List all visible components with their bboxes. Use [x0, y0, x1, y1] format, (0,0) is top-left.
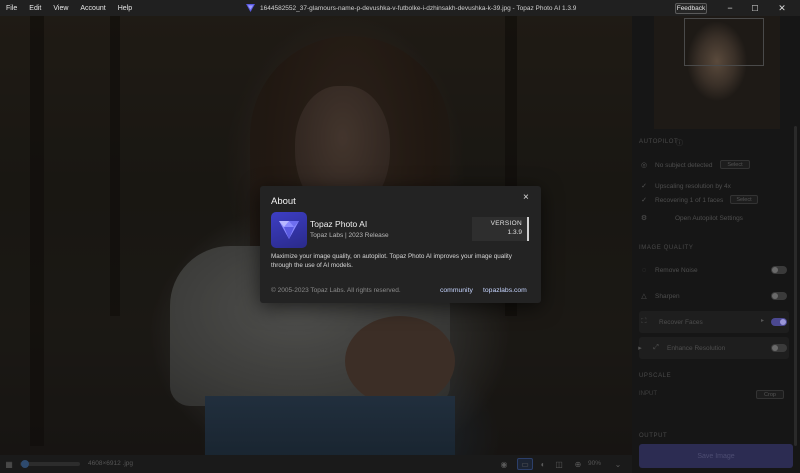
filter-row-sharpen[interactable]: △ Sharpen — [639, 287, 789, 305]
subject-icon: ◎ — [640, 162, 648, 169]
split-view-icon[interactable]: ◐ — [537, 458, 549, 470]
window-title: 1644582552_37-glamours-name-p-devushka-v… — [246, 0, 576, 16]
check-icon: ✓ — [641, 197, 647, 204]
noise-icon: ◌ — [641, 266, 647, 274]
maximize-button[interactable]: ☐ — [745, 0, 765, 16]
filter-row-enhance-resolution[interactable]: ▸ ⤢ Enhance Resolution — [638, 339, 789, 357]
menu-view[interactable]: View — [53, 5, 68, 12]
menu-help[interactable]: Help — [118, 5, 132, 12]
website-link[interactable]: topazlabs.com — [483, 287, 527, 294]
file-info: 4608×6912 .jpg — [88, 460, 134, 467]
version-box: VERSION 1.3.9 — [472, 217, 529, 241]
close-icon[interactable]: × — [523, 192, 529, 203]
upscale-input-label: INPUT — [639, 391, 657, 397]
progress-track — [20, 462, 80, 466]
faces-row: ✓ Recovering 1 of 1 faces — [639, 191, 789, 209]
select-subject-button[interactable]: Select — [720, 160, 750, 169]
zoom-icon[interactable]: ⊕ — [572, 458, 584, 470]
autopilot-settings-link[interactable]: Open Autopilot Settings — [675, 215, 743, 222]
save-image-button[interactable]: Save Image — [639, 444, 793, 468]
window-title-text: 1644582552_37-glamours-name-p-devushka-v… — [260, 4, 577, 12]
topaz-logo-icon — [271, 212, 307, 248]
menu-edit[interactable]: Edit — [29, 5, 41, 12]
select-faces-button[interactable]: Select — [730, 195, 758, 204]
progress-indicator — [21, 460, 29, 468]
expand-icon[interactable]: ▸ — [761, 317, 764, 324]
eye-icon[interactable]: ◉ — [498, 458, 510, 470]
filter-row-recover-faces[interactable]: ⛶ Recover Faces — [639, 313, 789, 331]
app-name: Topaz Photo AI — [310, 219, 368, 229]
feedback-button[interactable]: Feedback — [675, 3, 707, 14]
title-bar: File Edit View Account Help 1644582552_3… — [0, 0, 800, 16]
expand-icon[interactable]: ▸ — [635, 344, 645, 352]
resolution-icon: ⤢ — [653, 344, 659, 351]
community-link[interactable]: community — [440, 287, 473, 294]
output-header: OUTPUT — [639, 433, 668, 439]
filter-label: Remove Noise — [655, 266, 698, 274]
faces-status: Recovering 1 of 1 faces — [655, 196, 724, 204]
app-description: Maximize your image quality, on autopilo… — [271, 253, 512, 269]
filter-label: Sharpen — [655, 292, 680, 300]
image-quality-header: IMAGE QUALITY — [639, 245, 694, 251]
sharpen-toggle[interactable] — [771, 292, 787, 300]
app-subtitle: Topaz Labs | 2023 Release — [310, 232, 389, 239]
menu-file[interactable]: File — [6, 5, 17, 12]
navigator-viewport-box[interactable] — [684, 18, 764, 66]
copyright-text: © 2005-2023 Topaz Labs. All rights reser… — [271, 287, 401, 294]
filter-label: Recover Faces — [659, 318, 703, 326]
autopilot-header: AUTOPILOT — [639, 139, 679, 145]
subject-label: No subject detected — [655, 161, 713, 169]
enhance-resolution-toggle[interactable] — [771, 344, 787, 352]
sidebar-scrollbar[interactable] — [794, 126, 797, 446]
gear-icon: ⚙ — [640, 215, 648, 222]
filter-label: Enhance Resolution — [667, 344, 726, 352]
menu-bar: File Edit View Account Help — [0, 5, 132, 12]
filter-row-remove-noise[interactable]: ◌ Remove Noise — [639, 261, 789, 279]
about-dialog: About × Topaz Photo AI Topaz Labs | 2023… — [260, 186, 541, 303]
minimize-button[interactable]: − — [720, 0, 740, 16]
navigator-thumbnail[interactable] — [654, 16, 780, 129]
chevron-down-icon[interactable]: ⌄ — [612, 458, 624, 470]
check-icon: ✓ — [641, 183, 647, 190]
version-number: 1.3.9 — [507, 229, 522, 236]
face-icon: ⛶ — [641, 318, 647, 325]
side-by-side-icon[interactable]: ◫ — [553, 458, 565, 470]
recover-faces-toggle[interactable] — [771, 318, 787, 326]
sharpen-icon: △ — [641, 293, 647, 300]
sidebar-panel: AUTOPILOT ⓘ ◎ No subject detected Select… — [632, 16, 800, 473]
zoom-level[interactable]: 90% — [588, 460, 601, 467]
subject-row: ◎ No subject detected — [639, 156, 789, 174]
crop-button[interactable]: Crop — [756, 390, 784, 399]
upscale-status: Upscaling resolution by 4x — [655, 182, 731, 190]
autopilot-settings-row[interactable]: ⚙ Open Autopilot Settings — [639, 209, 789, 227]
topaz-app-icon — [246, 4, 255, 12]
remove-noise-toggle[interactable] — [771, 266, 787, 274]
about-dialog-title: About — [271, 196, 296, 207]
close-window-button[interactable]: ✕ — [772, 0, 792, 16]
single-view-icon[interactable]: ▭ — [517, 458, 533, 470]
upscale-header: UPSCALE — [639, 373, 672, 379]
menu-account[interactable]: Account — [80, 5, 105, 12]
upscale-dimensions-row — [639, 402, 789, 430]
image-icon[interactable]: ▦ — [3, 458, 15, 470]
info-icon[interactable]: ⓘ — [676, 138, 683, 148]
version-label: VERSION — [490, 220, 522, 227]
status-bar: ▦ 4608×6912 .jpg ◉ ▭ ◐ ◫ ⊕ 90% ⌄ — [0, 455, 632, 473]
